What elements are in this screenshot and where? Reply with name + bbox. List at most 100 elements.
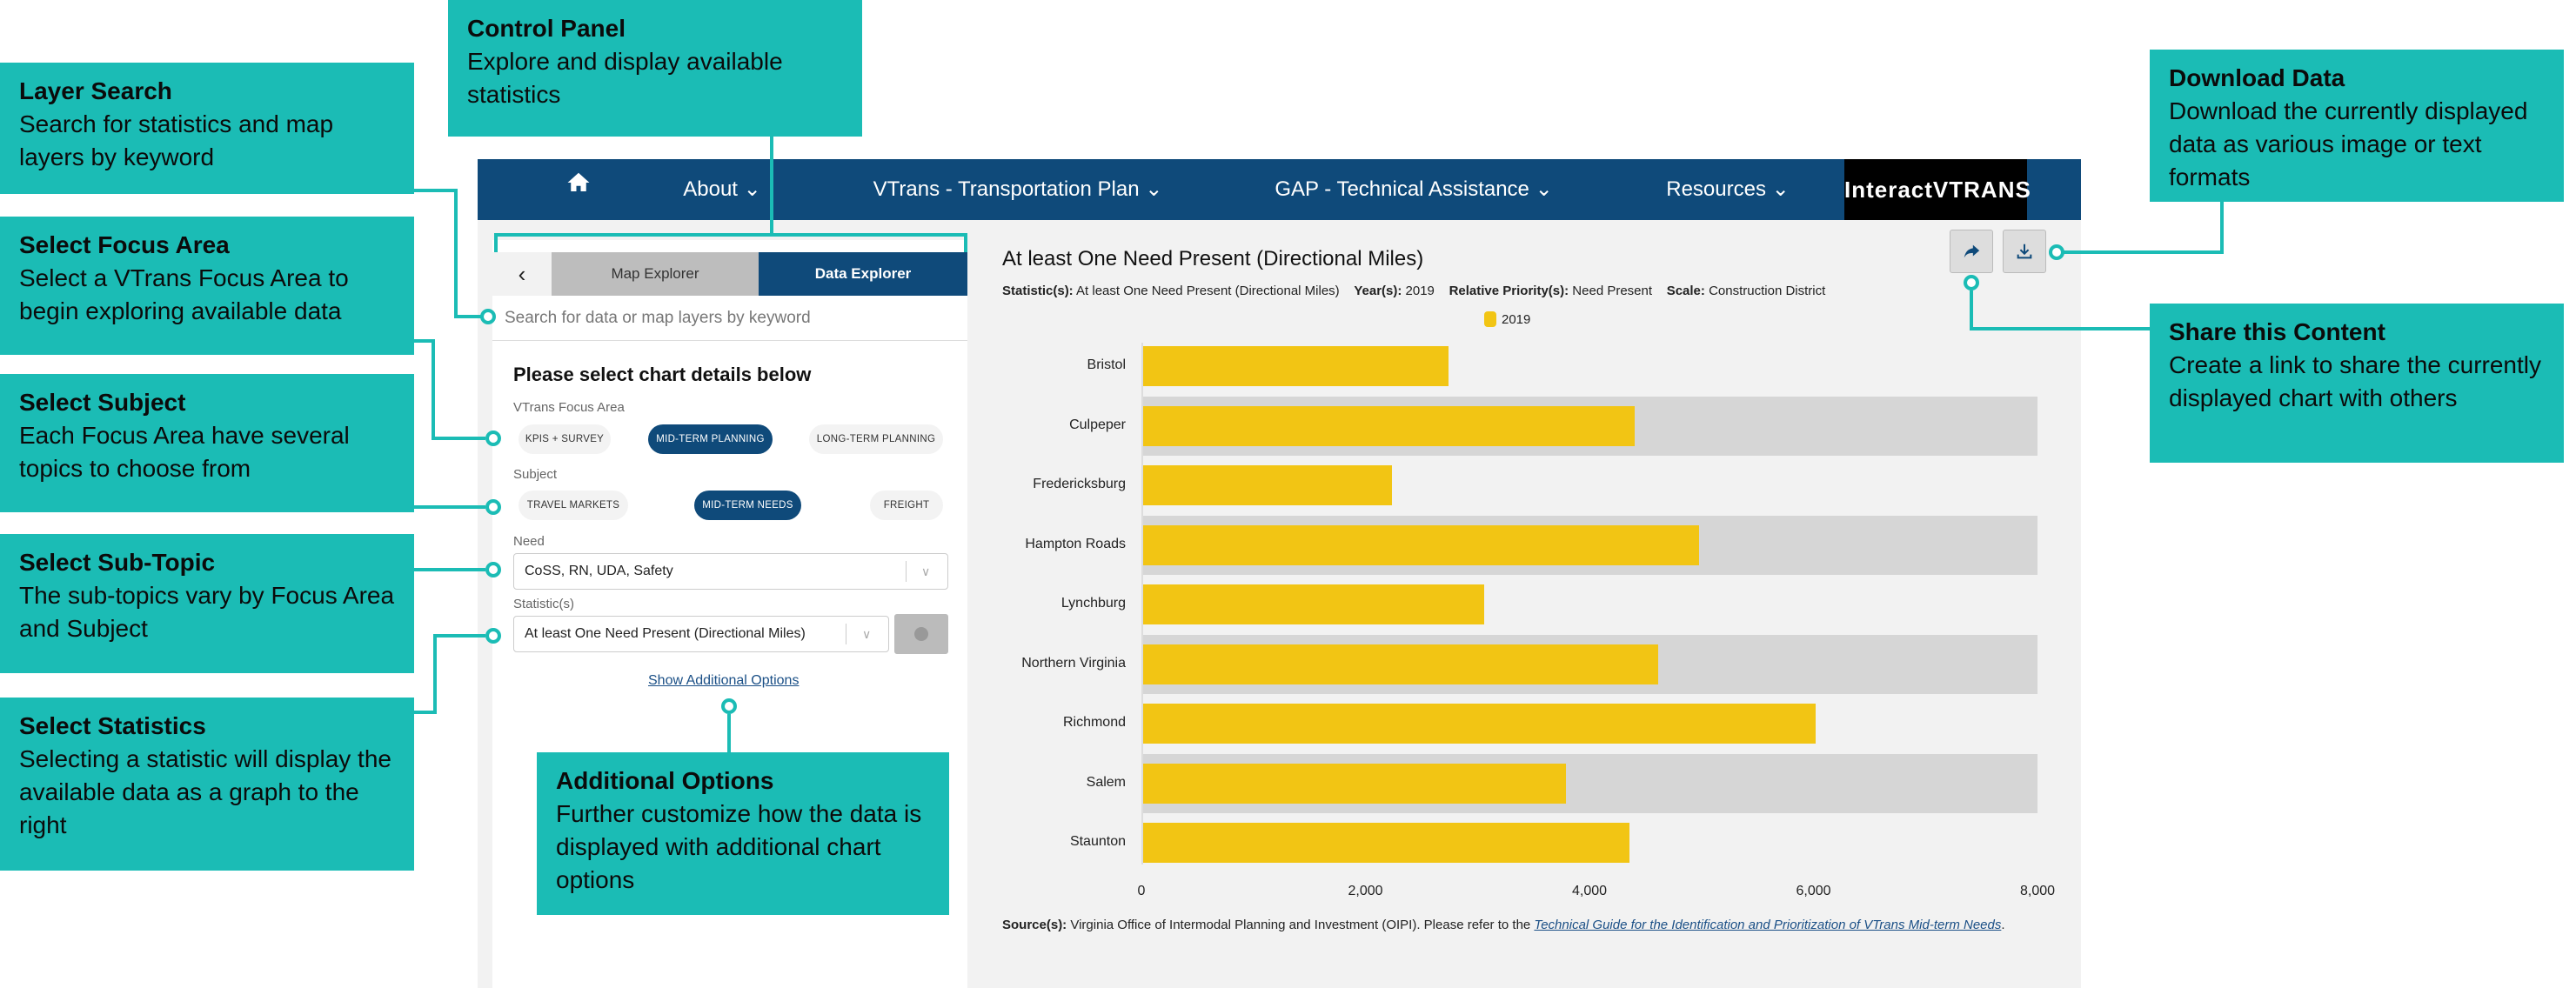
annotation-title: Share this Content [2169, 318, 2385, 345]
y-axis-line [1141, 343, 1143, 864]
connector [414, 568, 485, 571]
chevron-left-icon: ‹ [518, 261, 526, 287]
subject-label: Subject [513, 467, 558, 482]
category-label: Fredericksburg [1033, 477, 1126, 492]
connector-dot [2049, 244, 2064, 260]
connector-dot [1964, 275, 1979, 290]
chevron-down-icon: ⌄ [1535, 177, 1553, 201]
download-icon [2017, 244, 2032, 259]
subject-freight[interactable]: FREIGHT [870, 491, 943, 520]
focus-long-term-planning[interactable]: LONG-TERM PLANNING [809, 424, 943, 454]
annotation-title: Select Focus Area [19, 231, 230, 258]
connector-dot [485, 562, 501, 577]
meta-key: Year(s): [1354, 284, 1402, 298]
connector [494, 233, 498, 252]
chart-source: Source(s): Virginia Office of Intermodal… [1002, 913, 2064, 938]
need-value: CoSS, RN, UDA, Safety [525, 564, 673, 578]
bar-richmond[interactable] [1141, 704, 1817, 744]
connector [433, 634, 485, 638]
focus-kpis-survey[interactable]: KPIS + SURVEY [519, 424, 611, 454]
annotation-title: Additional Options [556, 767, 774, 794]
meta-value: Need Present [1572, 284, 1653, 298]
annotation-download: Download Data Download the currently disp… [2150, 50, 2564, 202]
chart-meta: Statistic(s): At least One Need Present … [1002, 284, 1825, 298]
category-label: Hampton Roads [1025, 536, 1126, 551]
bar-northern-virginia[interactable] [1141, 644, 1658, 684]
category-label: Culpeper [1069, 417, 1126, 432]
meta-value: Construction District [1709, 284, 1826, 298]
connector [414, 189, 458, 192]
back-button[interactable]: ‹ [492, 252, 552, 296]
nav-about[interactable]: About ⌄ [683, 159, 761, 220]
share-icon [1964, 244, 1980, 258]
connector [454, 189, 458, 318]
bar-culpeper[interactable] [1141, 405, 1635, 446]
connector [432, 437, 485, 440]
category-label: Lynchburg [1061, 596, 1126, 611]
annotation-body: Further customize how the data is displa… [556, 800, 922, 893]
connector [2220, 202, 2224, 254]
bar-hampton-roads[interactable] [1141, 524, 1700, 565]
connector [727, 714, 731, 752]
nav-vtrans-plan[interactable]: VTrans - Transportation Plan ⌄ [873, 159, 1163, 220]
connector [1970, 290, 1973, 330]
nav-label: Resources [1666, 177, 1766, 201]
tab-map-explorer[interactable]: Map Explorer [552, 252, 759, 296]
category-label: Northern Virginia [1021, 655, 1126, 671]
tab-data-explorer[interactable]: Data Explorer [759, 252, 967, 296]
show-additional-options-link[interactable]: Show Additional Options [648, 673, 799, 689]
download-button[interactable] [2003, 230, 2046, 273]
legend-label: 2019 [1502, 311, 1531, 327]
subject-travel-markets[interactable]: TRAVEL MARKETS [519, 491, 628, 520]
bar-staunton[interactable] [1141, 823, 1630, 864]
focus-mid-term-planning[interactable]: MID-TERM PLANNING [648, 424, 773, 454]
x-tick-label: 2,000 [1348, 884, 1383, 898]
connector-dot [485, 431, 501, 446]
chevron-down-icon: ∨ [921, 564, 931, 578]
annotation-body: Select a VTrans Focus Area to begin expl… [19, 264, 349, 324]
annotation-body: Selecting a statistic will display the a… [19, 745, 391, 838]
annotation-sub-topic: Select Sub-Topic The sub-topics vary by F… [0, 534, 414, 673]
focus-area-label: VTrans Focus Area [513, 400, 625, 415]
nav-label: GAP - Technical Assistance [1275, 177, 1529, 201]
statistic-select[interactable]: At least One Need Present (Directional M… [513, 616, 889, 652]
annotation-title: Select Sub-Topic [19, 549, 216, 576]
nav-gap[interactable]: GAP - Technical Assistance ⌄ [1275, 159, 1552, 220]
annotation-title: Layer Search [19, 77, 172, 104]
statistic-label: Statistic(s) [513, 597, 575, 611]
bar-lynchburg[interactable] [1141, 584, 1484, 625]
x-tick-label: 8,000 [2019, 884, 2056, 898]
source-end: . [2001, 918, 2005, 932]
annotation-focus-area: Select Focus Area Select a VTrans Focus A… [0, 217, 414, 355]
chart-legend[interactable]: 2019 [1484, 311, 1530, 327]
x-tick-label: 0 [1137, 884, 1146, 898]
subject-mid-term-needs[interactable]: MID-TERM NEEDS [694, 491, 801, 520]
x-tick-label: 6,000 [1796, 884, 1831, 898]
meta-value: 2019 [1405, 284, 1435, 298]
chevron-down-icon: ⌄ [1145, 177, 1163, 201]
chart-title: At least One Need Present (Directional M… [1002, 247, 1424, 270]
share-button[interactable] [1950, 230, 1993, 273]
meta-key: Relative Priority(s): [1449, 284, 1569, 298]
bar-salem[interactable] [1141, 763, 1566, 804]
connector [770, 137, 773, 235]
bar-bristol[interactable] [1141, 346, 1449, 387]
nav-resources[interactable]: Resources ⌄ [1666, 159, 1790, 220]
add-statistic-button[interactable] [894, 614, 948, 654]
need-select[interactable]: CoSS, RN, UDA, Safety ∨ [513, 553, 948, 590]
interactvtrans-logo[interactable]: InteractVTRANS ⌄ [1844, 159, 2031, 264]
source-text: Virginia Office of Intermodal Planning a… [1070, 918, 1535, 932]
connector [433, 634, 437, 714]
connector-dot [721, 698, 737, 714]
technical-guide-link[interactable]: Technical Guide for the Identification a… [1534, 918, 2001, 932]
meta-key: Statistic(s): [1002, 284, 1074, 298]
home-icon[interactable] [565, 159, 592, 220]
chevron-down-icon: ⌄ [743, 177, 761, 201]
meta-value: At least One Need Present (Directional M… [1076, 284, 1340, 298]
annotation-share: Share this Content Create a link to share… [2150, 304, 2564, 463]
search-input[interactable]: Search for data or map layers by keyword [492, 296, 967, 341]
bar-fredericksburg[interactable] [1141, 465, 1393, 506]
chevron-down-icon: ∨ [862, 627, 872, 641]
connector [2062, 250, 2224, 254]
annotation-subject: Select Subject Each Focus Area have sever… [0, 374, 414, 512]
